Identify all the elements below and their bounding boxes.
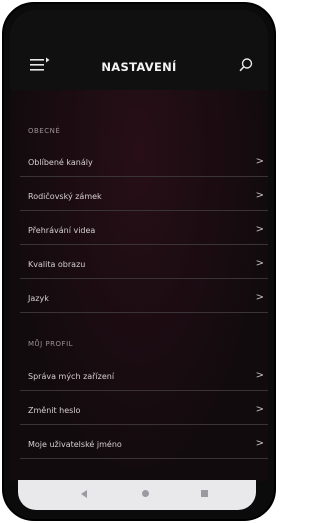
settings-item-label: Kvalita obrazu — [28, 260, 86, 269]
settings-item-label: Oblíbené kanály — [28, 158, 93, 167]
settings-item-favorite-channels[interactable]: Oblíbené kanály > — [20, 152, 268, 177]
search-icon[interactable] — [238, 57, 254, 73]
settings-item-my-username[interactable]: Moje uživatelské jméno > — [20, 434, 268, 459]
settings-item-label: Správa mých zařízení — [28, 372, 115, 381]
page-title: NASTAVENÍ — [101, 60, 177, 74]
chevron-right-icon: > — [255, 156, 264, 167]
system-navigation-bar — [18, 480, 256, 510]
chevron-right-icon: > — [255, 190, 264, 201]
chevron-right-icon: > — [255, 224, 264, 235]
chevron-right-icon: > — [255, 292, 264, 303]
phone-frame: NASTAVENÍ OBECNÉ Oblíbené kanály > Rodič… — [2, 2, 276, 521]
recent-apps-icon[interactable] — [201, 490, 208, 497]
settings-item-label: Změnit heslo — [28, 406, 81, 415]
settings-item-manage-devices[interactable]: Správa mých zařízení > — [20, 366, 268, 391]
section-label-my-profile: MŮJ PROFIL — [28, 340, 74, 348]
settings-item-label: Moje uživatelské jméno — [28, 440, 122, 449]
chevron-right-icon: > — [255, 438, 264, 449]
settings-item-parental-lock[interactable]: Rodičovský zámek > — [20, 186, 268, 211]
settings-item-label: Přehrávání videa — [28, 226, 96, 235]
settings-item-change-password[interactable]: Změnit heslo > — [20, 400, 268, 425]
settings-item-picture-quality[interactable]: Kvalita obrazu > — [20, 254, 268, 279]
menu-icon[interactable] — [30, 57, 50, 73]
app-screen: NASTAVENÍ OBECNÉ Oblíbené kanály > Rodič… — [10, 10, 268, 481]
app-header: NASTAVENÍ — [10, 10, 268, 90]
chevron-right-icon: > — [255, 258, 264, 269]
section-label-general: OBECNÉ — [28, 127, 61, 135]
home-icon[interactable] — [142, 490, 149, 497]
settings-item-label: Jazyk — [28, 294, 49, 303]
settings-item-language[interactable]: Jazyk > — [20, 288, 268, 313]
settings-item-video-playback[interactable]: Přehrávání videa > — [20, 220, 268, 245]
back-icon[interactable] — [81, 490, 87, 498]
chevron-right-icon: > — [255, 404, 264, 415]
settings-item-label: Rodičovský zámek — [28, 192, 102, 201]
chevron-right-icon: > — [255, 370, 264, 381]
